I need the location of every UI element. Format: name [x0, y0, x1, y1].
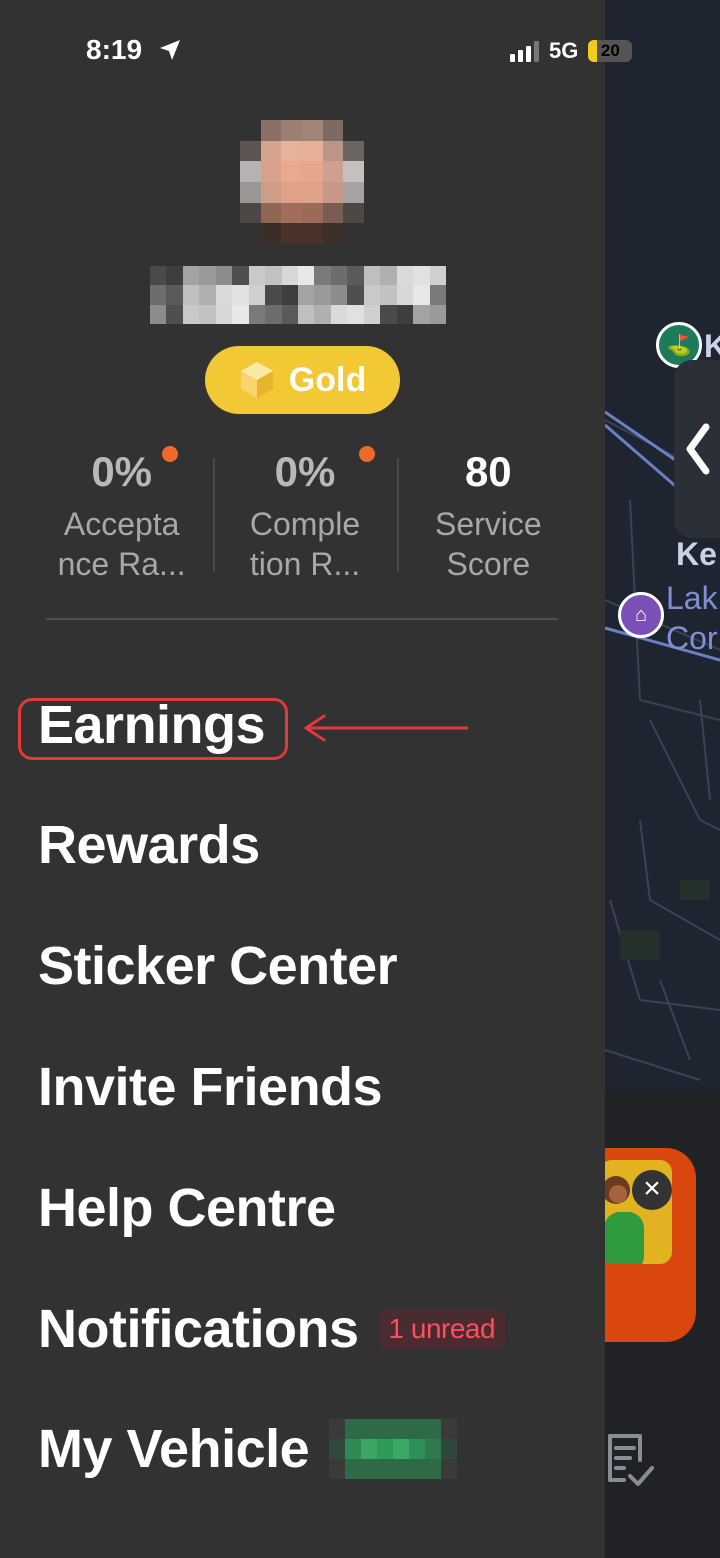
menu-item-help-centre[interactable]: Help Centre [38, 1177, 336, 1239]
driver-name-redacted [150, 266, 446, 324]
stat-value: 80 [464, 448, 512, 495]
menu-item-label: Help Centre [38, 1178, 336, 1238]
stat-label: tion R... [249, 546, 361, 582]
battery-icon: 20 [588, 40, 633, 62]
menu-item-label: Invite Friends [38, 1057, 383, 1117]
menu-item-rewards[interactable]: Rewards [38, 814, 260, 876]
stat-label: Service [434, 506, 542, 542]
menu-item-label: Rewards [38, 815, 260, 875]
service-score-stat[interactable]: 80 Service Score [396, 440, 580, 590]
stat-label: nce Ra... [57, 546, 186, 582]
menu-item-label: Notifications [38, 1299, 359, 1359]
menu-item-my-vehicle[interactable]: My Vehicle [38, 1418, 458, 1480]
unread-badge: 1 unread [378, 1309, 506, 1349]
status-indicators: 5G 20 [510, 38, 633, 64]
menu-item-label: Sticker Center [38, 936, 398, 996]
close-promo-icon[interactable]: × [632, 1170, 672, 1210]
side-drawer: 8:19 5G 20 Gold 0% Accepta nce Ra... 0% … [0, 0, 633, 1558]
tier-badge[interactable]: Gold [205, 346, 400, 414]
collapse-drawer-tab[interactable] [674, 360, 720, 538]
stat-value: 0% [91, 448, 153, 495]
location-arrow-icon [160, 40, 180, 60]
map-label: Ke [676, 536, 717, 572]
license-plate-redacted [329, 1419, 458, 1479]
annotation-highlight-box [18, 698, 288, 760]
avatar[interactable] [240, 120, 364, 244]
stat-label: Accepta [63, 506, 180, 542]
landmark-poi-icon[interactable]: ⌂ [618, 592, 664, 638]
chevron-left-icon [686, 423, 710, 475]
completion-rate-stat[interactable]: 0% Comple tion R... [213, 440, 396, 590]
performance-stats: 0% Accepta nce Ra... 0% Comple tion R...… [30, 440, 580, 590]
annotation-arrow-icon [304, 714, 468, 742]
map-label: Cor [666, 620, 718, 656]
status-time: 8:19 [86, 34, 143, 65]
stat-label: Comple [249, 506, 361, 542]
tier-label: Gold [288, 360, 367, 399]
menu-item-invite-friends[interactable]: Invite Friends [38, 1056, 383, 1118]
map-label: Lak [666, 580, 718, 616]
cellular-signal-icon [510, 40, 539, 62]
hexagon-gem-icon [240, 362, 273, 398]
menu-item-label: My Vehicle [38, 1419, 310, 1479]
stat-label: Score [446, 546, 531, 582]
task-list-icon[interactable] [600, 1430, 654, 1490]
acceptance-rate-stat[interactable]: 0% Accepta nce Ra... [30, 440, 213, 590]
network-type: 5G [549, 38, 579, 63]
menu-item-sticker-center[interactable]: Sticker Center [38, 935, 398, 997]
divider [46, 618, 558, 620]
menu-item-notifications[interactable]: Notifications 1 unread [38, 1298, 506, 1360]
battery-level: 20 [600, 41, 620, 60]
alert-dot [162, 446, 178, 462]
